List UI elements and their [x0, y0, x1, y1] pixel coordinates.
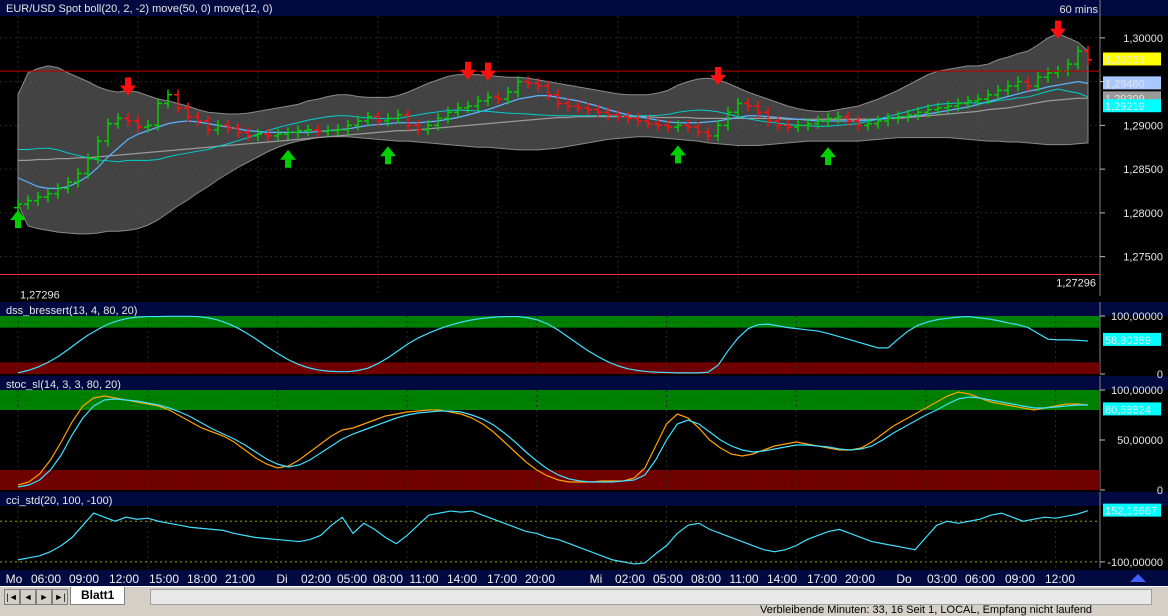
x-axis-tick-label: 12:00	[1045, 572, 1075, 586]
x-axis-tick-label: 09:00	[1005, 572, 1035, 586]
pane-title-bar	[0, 492, 1168, 506]
indicator-tick-label: 100,00000	[1111, 311, 1163, 323]
x-axis-tick-label: 21:00	[225, 572, 255, 586]
price-tick-label: 1,29000	[1123, 120, 1163, 132]
pane-title-bar	[0, 376, 1168, 390]
horizontal-scrollbar[interactable]	[150, 589, 1152, 605]
price-tick-label: 1,27500	[1123, 252, 1163, 264]
x-axis-tick-label: 12:00	[109, 572, 139, 586]
price-tick-label: 1,28000	[1123, 208, 1163, 220]
timeframe-label: 60 mins	[1059, 4, 1098, 16]
next-sheet-button[interactable]: ►	[36, 589, 52, 605]
prev-sheet-button[interactable]: ◄	[20, 589, 36, 605]
price-value-label: 1,29219	[1105, 101, 1145, 113]
indicator-value-label: 80,58824	[1105, 404, 1151, 416]
indicator-value-label: 152,15667	[1105, 506, 1157, 518]
x-axis-tick-label: Do	[896, 572, 912, 586]
sheet-tab[interactable]: Blatt1	[70, 587, 126, 605]
indicator-tick-label: 0	[1157, 369, 1163, 381]
pane-title: stoc_sl(14, 3, 3, 80, 20)	[6, 379, 121, 391]
x-axis-tick-label: 20:00	[525, 572, 555, 586]
indicator-tick-label: 50,00000	[1117, 435, 1163, 447]
x-axis-tick-label: 20:00	[845, 572, 875, 586]
x-axis-tick-label: 11:00	[409, 572, 438, 586]
price-tick-label: 1,28500	[1123, 164, 1163, 176]
indicator-tick-label: 100,00000	[1111, 385, 1163, 397]
x-axis-tick-label: 09:00	[69, 572, 99, 586]
x-axis-tick-label: 18:00	[187, 572, 217, 586]
x-axis-tick-label: 11:00	[729, 572, 758, 586]
x-axis-tick-label: 06:00	[31, 572, 61, 586]
indicator-tick-label: -100,00000	[1107, 557, 1163, 569]
price-tick-label: 1,30000	[1123, 33, 1163, 45]
chart-canvas: EUR/USD Spot boll(20, 2, -2) move(50, 0)…	[0, 0, 1168, 586]
x-axis-tick-label: 06:00	[965, 572, 995, 586]
x-axis-tick-label: Mi	[590, 572, 603, 586]
status-bar: |◄ ◄ ► ►| Blatt1 Verbleibende Minuten: 3…	[0, 586, 1168, 616]
x-axis-tick-label: 15:00	[149, 572, 179, 586]
pane-title: cci_std(20, 100, -100)	[6, 495, 112, 507]
price-value-label: 1,29480	[1105, 78, 1145, 90]
x-axis-tick-label: 03:00	[927, 572, 957, 586]
pane-plot-area	[0, 506, 1100, 568]
indicator-value-label: 58,80389	[1105, 335, 1151, 347]
price-value-label: 1,29753	[1105, 54, 1145, 66]
last-sheet-button[interactable]: ►|	[52, 589, 68, 605]
pane-title-bar	[0, 302, 1168, 316]
price-hline-label-right: 1,27296	[1056, 277, 1096, 289]
status-text: Verbleibende Minuten: 33, 16 Seit 1, LOC…	[760, 604, 1093, 616]
x-axis-tick-label: 17:00	[487, 572, 517, 586]
x-axis-tick-label: 14:00	[447, 572, 477, 586]
x-axis-tick-label: 05:00	[653, 572, 683, 586]
x-axis-tick-label: 08:00	[691, 572, 721, 586]
x-axis-tick-label: 17:00	[807, 572, 837, 586]
x-axis-tick-label: 02:00	[615, 572, 645, 586]
indicator-tick-label: 0	[1157, 485, 1163, 497]
x-axis-tick-label: 08:00	[373, 572, 403, 586]
pane-title: EUR/USD Spot boll(20, 2, -2) move(50, 0)…	[6, 3, 273, 15]
x-axis-tick-label: 02:00	[301, 572, 331, 586]
first-sheet-button[interactable]: |◄	[4, 589, 20, 605]
x-axis-tick-label: Di	[276, 572, 287, 586]
x-axis-tick-label: 05:00	[337, 572, 367, 586]
pane-title: dss_bressert(13, 4, 80, 20)	[6, 305, 137, 317]
x-axis-tick-label: 14:00	[767, 572, 797, 586]
x-axis-tick-label: Mo	[6, 572, 23, 586]
price-hline-label-left: 1,27296	[20, 289, 60, 301]
